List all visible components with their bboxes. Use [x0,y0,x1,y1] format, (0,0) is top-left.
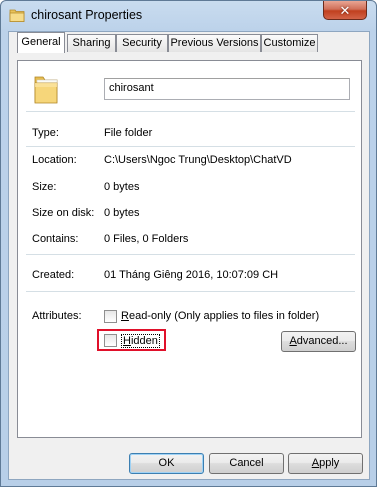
tab-security-label: Security [122,37,162,49]
ok-button[interactable]: OK [129,453,204,474]
folder-icon [34,76,58,104]
tab-sharing-label: Sharing [72,37,111,49]
separator [26,291,355,292]
properties-window: chirosant Properties ✕ General Sharing S… [0,0,377,487]
created-value: 01 Tháng Giêng 2016, 10:07:09 CH [104,269,279,281]
read-only-checkbox[interactable] [104,310,117,323]
size-label: Size: [32,181,57,193]
dialog-client-area: General Sharing Security Previous Versio… [8,31,370,480]
size-on-disk-label: Size on disk: [32,207,95,219]
read-only-label[interactable]: Read-only (Only applies to files in fold… [121,310,319,322]
read-only-text: ead-only (Only applies to files in folde… [128,310,320,322]
title-bar[interactable]: chirosant Properties ✕ [1,1,376,31]
separator [26,111,355,112]
type-value: File folder [104,127,153,139]
contains-value: 0 Files, 0 Folders [104,233,189,245]
separator [26,254,355,255]
contains-label: Contains: [32,233,79,245]
attributes-label: Attributes: [32,310,82,322]
tab-general[interactable]: General [17,32,65,53]
tab-general-label: General [21,36,61,48]
tab-previous-versions[interactable]: Previous Versions [168,34,261,52]
apply-button[interactable]: Apply [288,453,363,474]
size-on-disk-value: 0 bytes [104,207,140,219]
tab-customize-label: Customize [263,37,316,49]
folder-icon [9,9,25,22]
advanced-button[interactable]: Advanced... [281,331,356,352]
location-value: C:\Users\Ngoc Trung\Desktop\ChatVD [104,154,292,166]
advanced-text: dvanced... [296,335,348,347]
cancel-button[interactable]: Cancel [209,453,284,474]
window-title: chirosant Properties [31,8,143,22]
apply-mnemonic: A [311,457,320,469]
location-label: Location: [32,154,77,166]
size-value: 0 bytes [104,181,140,193]
separator [26,146,355,147]
read-only-mnemonic: R [121,310,129,322]
tab-previous-versions-label: Previous Versions [170,37,259,49]
close-icon: ✕ [339,2,351,18]
tab-security[interactable]: Security [116,34,168,52]
general-tab-panel: chirosant Type: File folder Location: C:… [17,60,362,438]
hidden-highlight-box [97,329,166,351]
type-label: Type: [32,127,59,139]
tab-sharing[interactable]: Sharing [67,34,116,52]
created-label: Created: [32,269,75,281]
close-button[interactable]: ✕ [323,1,367,20]
apply-text: pply [319,457,340,469]
folder-name-input[interactable]: chirosant [104,78,350,100]
tab-customize[interactable]: Customize [261,34,318,52]
advanced-mnemonic: A [289,335,297,347]
